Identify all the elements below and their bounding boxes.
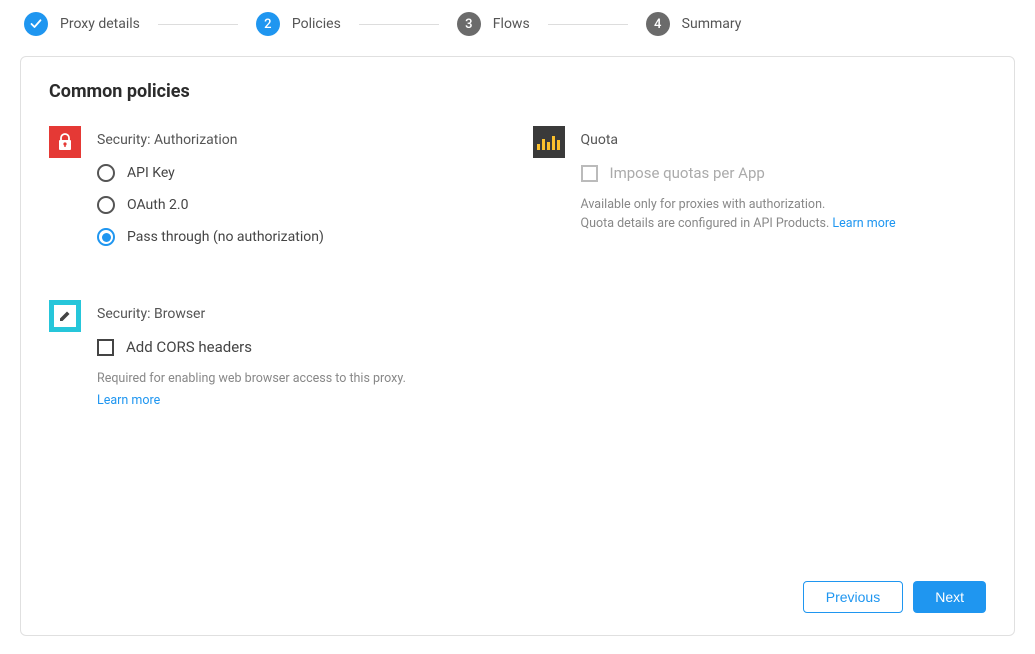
radio-label: Pass through (no authorization) <box>127 229 324 245</box>
security-authorization-block: Security: Authorization API Key OAuth 2.… <box>49 126 503 260</box>
checkbox-cors[interactable]: Add CORS headers <box>97 338 503 356</box>
help-line: Quota details are configured in API Prod… <box>581 216 833 231</box>
step-number: 3 <box>457 12 481 36</box>
radio-icon <box>97 228 115 246</box>
step-label: Policies <box>292 16 341 32</box>
learn-more-link[interactable]: Learn more <box>832 216 895 231</box>
policy-title: Security: Authorization <box>97 132 503 148</box>
step-number: 4 <box>646 12 670 36</box>
policies-card: Common policies Security: Authorization … <box>20 56 1015 636</box>
quota-block: Quota Impose quotas per App Available on… <box>533 126 987 234</box>
policy-title: Quota <box>581 132 987 148</box>
checkbox-quota: Impose quotas per App <box>581 164 987 182</box>
help-text: Available only for proxies with authoriz… <box>581 196 987 234</box>
policy-title: Security: Browser <box>97 306 503 322</box>
wizard-stepper: Proxy details 2 Policies 3 Flows 4 Summa… <box>20 12 1015 36</box>
help-text: Required for enabling web browser access… <box>97 370 503 389</box>
radio-label: API Key <box>127 165 175 181</box>
step-divider <box>548 24 628 25</box>
previous-button[interactable]: Previous <box>803 581 903 613</box>
radio-icon <box>97 196 115 214</box>
checkbox-icon <box>581 165 598 182</box>
step-flows[interactable]: 3 Flows <box>457 12 530 36</box>
wizard-footer: Previous Next <box>803 581 986 613</box>
radio-label: OAuth 2.0 <box>127 197 188 213</box>
bar-chart-icon <box>533 126 565 158</box>
security-browser-block: Security: Browser Add CORS headers Requi… <box>49 300 503 408</box>
step-number: 2 <box>256 12 280 36</box>
step-policies[interactable]: 2 Policies <box>256 12 341 36</box>
radio-api-key[interactable]: API Key <box>97 164 503 182</box>
step-proxy-details[interactable]: Proxy details <box>24 12 140 36</box>
step-label: Summary <box>682 16 742 32</box>
step-divider <box>359 24 439 25</box>
learn-more-link[interactable]: Learn more <box>97 393 160 408</box>
help-line: Available only for proxies with authoriz… <box>581 197 826 212</box>
step-summary[interactable]: 4 Summary <box>646 12 742 36</box>
card-title: Common policies <box>49 81 986 102</box>
radio-oauth[interactable]: OAuth 2.0 <box>97 196 503 214</box>
lock-icon <box>49 126 81 158</box>
edit-icon <box>49 300 81 332</box>
check-icon <box>24 12 48 36</box>
checkbox-label: Impose quotas per App <box>610 164 765 182</box>
next-button[interactable]: Next <box>913 581 986 613</box>
step-label: Proxy details <box>60 16 140 32</box>
radio-icon <box>97 164 115 182</box>
step-label: Flows <box>493 16 530 32</box>
checkbox-icon <box>97 339 114 356</box>
radio-pass-through[interactable]: Pass through (no authorization) <box>97 228 503 246</box>
checkbox-label: Add CORS headers <box>126 338 252 356</box>
step-divider <box>158 24 238 25</box>
